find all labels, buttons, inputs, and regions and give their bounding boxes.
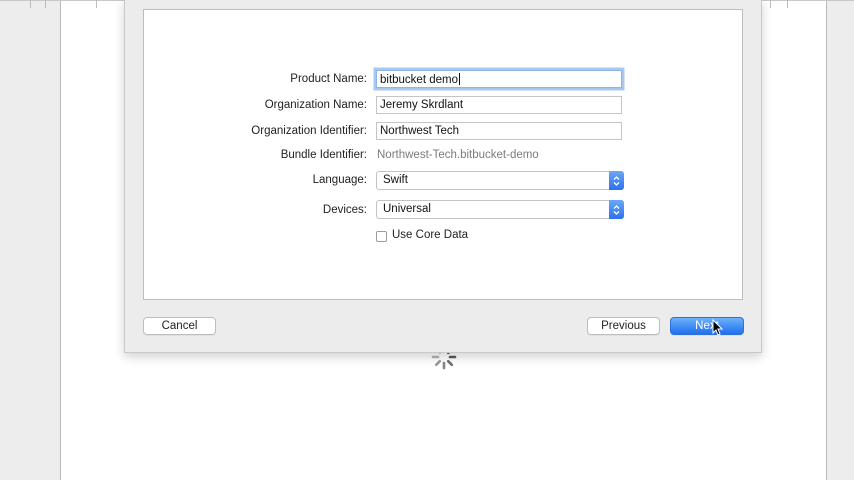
- product-name-label: Product Name:: [290, 73, 367, 85]
- language-label: Language:: [312, 174, 367, 186]
- popup-arrows-icon: [609, 200, 624, 219]
- organization-identifier-field[interactable]: Northwest Tech: [376, 122, 622, 140]
- toolbar-divider: [96, 0, 97, 8]
- devices-popup[interactable]: Universal: [376, 200, 624, 219]
- devices-value: Universal: [383, 203, 431, 215]
- product-name-field[interactable]: bitbucket demo: [376, 70, 622, 88]
- background-sidebar-right: [826, 0, 854, 480]
- organization-name-label: Organization Name:: [264, 99, 367, 111]
- mouse-cursor-icon: [712, 318, 724, 339]
- organization-name-value: Jeremy Skrdlant: [380, 99, 464, 111]
- organization-identifier-label: Organization Identifier:: [251, 125, 367, 137]
- next-button[interactable]: Next: [670, 317, 744, 335]
- language-popup[interactable]: Swift: [376, 171, 624, 190]
- bundle-identifier-label: Bundle Identifier:: [280, 149, 367, 161]
- use-core-data-label[interactable]: Use Core Data: [392, 229, 468, 241]
- toolbar-divider: [787, 0, 788, 8]
- text-caret: [459, 73, 460, 85]
- bundle-identifier-value: Northwest-Tech.bitbucket-demo: [377, 149, 539, 161]
- project-options-sheet: Product Name: bitbucket demo Organizatio…: [124, 0, 762, 353]
- organization-identifier-value: Northwest Tech: [380, 125, 460, 137]
- previous-button[interactable]: Previous: [587, 317, 660, 335]
- organization-name-field[interactable]: Jeremy Skrdlant: [376, 96, 622, 114]
- options-panel: Product Name: bitbucket demo Organizatio…: [143, 9, 743, 300]
- background-sidebar-left: [0, 0, 61, 480]
- use-core-data-checkbox[interactable]: [376, 231, 387, 242]
- language-value: Swift: [383, 174, 408, 186]
- toolbar-divider: [30, 0, 31, 8]
- devices-label: Devices:: [322, 204, 367, 216]
- popup-arrows-icon: [609, 171, 624, 190]
- toolbar-divider: [45, 0, 46, 8]
- product-name-value: bitbucket demo: [380, 74, 458, 86]
- toolbar-divider: [770, 0, 771, 8]
- cancel-button[interactable]: Cancel: [143, 317, 216, 335]
